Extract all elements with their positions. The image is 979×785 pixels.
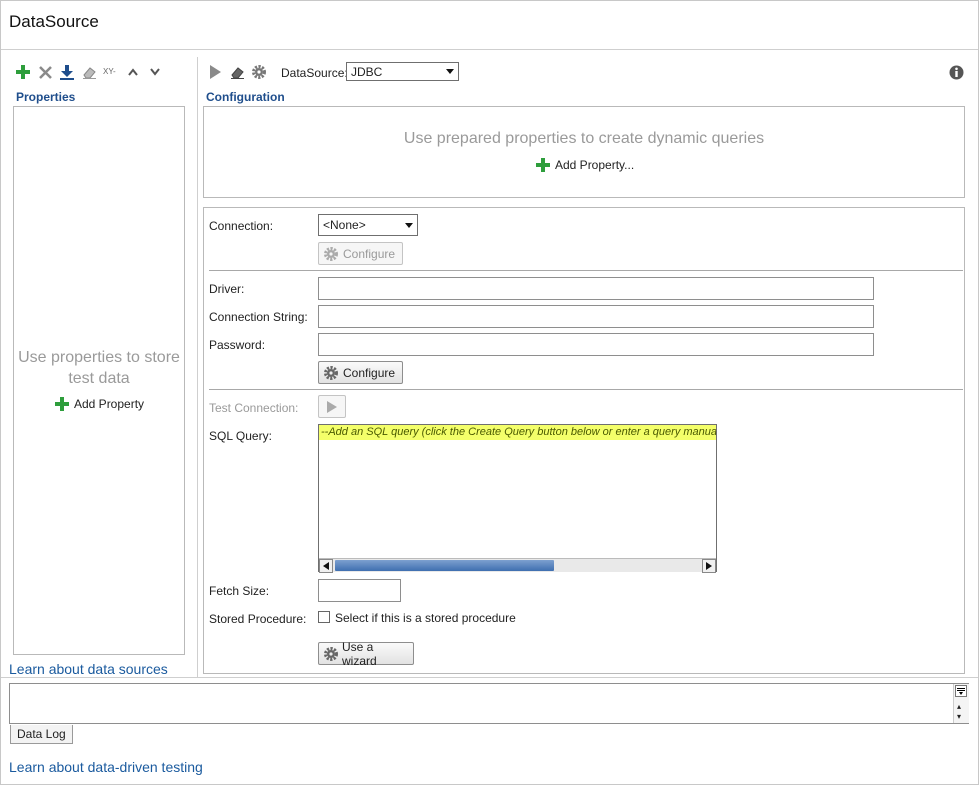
use-wizard-label: Use a wizard [342,639,377,668]
connection-value: <None> [323,218,366,232]
properties-panel: Use properties to store test data Add Pr… [13,106,185,655]
stored-procedure-checkbox[interactable] [318,611,330,623]
data-log-area[interactable]: ▴ ▾ [9,683,969,724]
log-menu-icon[interactable] [955,685,967,697]
log-divider [1,677,978,678]
scrollbar-thumb[interactable] [335,560,554,571]
window-title: DataSource [9,12,99,31]
scroll-up-icon[interactable]: ▴ [957,702,961,711]
gear-icon[interactable] [251,64,267,80]
test-connection-button[interactable] [318,395,346,418]
password-label: Password: [209,338,266,352]
eraser-icon[interactable] [81,64,97,80]
datasource-value: JDBC [351,64,383,79]
chevron-down-icon [446,69,454,74]
gear-icon [324,365,338,380]
use-wizard-button[interactable]: Use a wizard [318,639,414,668]
datasource-label: DataSource: [281,66,348,80]
connection-configure-button[interactable]: Configure [318,242,403,265]
driver-input[interactable] [318,277,874,300]
driver-label: Driver: [209,282,245,296]
section-divider [209,270,963,271]
add-icon[interactable] [15,64,31,80]
properties-header: Properties [16,90,76,104]
stored-procedure-checkbox-label[interactable]: Select if this is a stored procedure [335,611,516,625]
panel-divider [197,57,198,677]
chevron-down-icon[interactable] [147,64,163,80]
properties-empty-message: Use properties to store test data [18,349,180,387]
connection-string-input[interactable] [318,305,874,328]
title-divider [1,49,978,50]
prepared-properties-panel: Use prepared properties to create dynami… [203,106,965,198]
fetch-size-input[interactable] [318,579,401,602]
play-icon[interactable] [207,64,223,80]
fetch-size-label: Fetch Size: [209,584,270,598]
learn-data-driven-testing-link[interactable]: Learn about data-driven testing [9,759,203,775]
add-property-label: Add Property [74,397,145,411]
info-icon[interactable] [948,64,964,80]
chevron-down-icon [405,222,413,228]
gear-icon [324,246,338,261]
chevron-up-icon[interactable] [125,64,141,80]
add-prepared-property-label: Add Property... [555,158,635,172]
scroll-right-icon[interactable] [702,559,716,573]
test-connection-label: Test Connection: [209,401,299,415]
sql-query-text: --Add an SQL query (click the Create Que… [319,425,716,440]
download-icon[interactable] [59,64,75,80]
prepared-message: Use prepared properties to create dynami… [403,130,765,147]
section-divider [209,389,963,390]
sql-query-label: SQL Query: [209,429,272,443]
horizontal-scrollbar[interactable] [319,558,716,573]
connection-configure-label: Configure [343,246,396,261]
add-property-link[interactable]: Add Property [55,397,144,411]
add-icon [55,397,69,411]
datasource-select[interactable]: JDBC [346,62,459,81]
sql-query-editor[interactable]: --Add an SQL query (click the Create Que… [318,424,717,573]
delete-icon[interactable] [37,64,53,80]
connection-label: Connection: [209,219,274,233]
driver-configure-button[interactable]: Configure [318,361,403,384]
stored-procedure-label: Stored Procedure: [209,612,307,626]
connection-string-label: Connection String: [209,310,308,324]
configuration-header: Configuration [206,90,285,104]
tab-data-log[interactable]: Data Log [10,725,73,744]
learn-data-sources-link[interactable]: Learn about data sources [9,661,168,677]
add-prepared-property-link[interactable]: Add Property... [536,158,634,172]
scroll-left-icon[interactable] [319,559,333,573]
add-icon [536,158,550,172]
play-icon [327,400,337,413]
scroll-down-icon[interactable]: ▾ [957,712,961,721]
driver-configure-label: Configure [343,365,396,380]
connection-select[interactable]: <None> [318,214,418,236]
log-scrollbar[interactable]: ▴ ▾ [953,684,969,723]
eraser-icon[interactable] [229,64,245,80]
password-input[interactable] [318,333,874,356]
gear-icon [324,646,338,661]
xy-icon[interactable]: XY- [103,67,116,76]
